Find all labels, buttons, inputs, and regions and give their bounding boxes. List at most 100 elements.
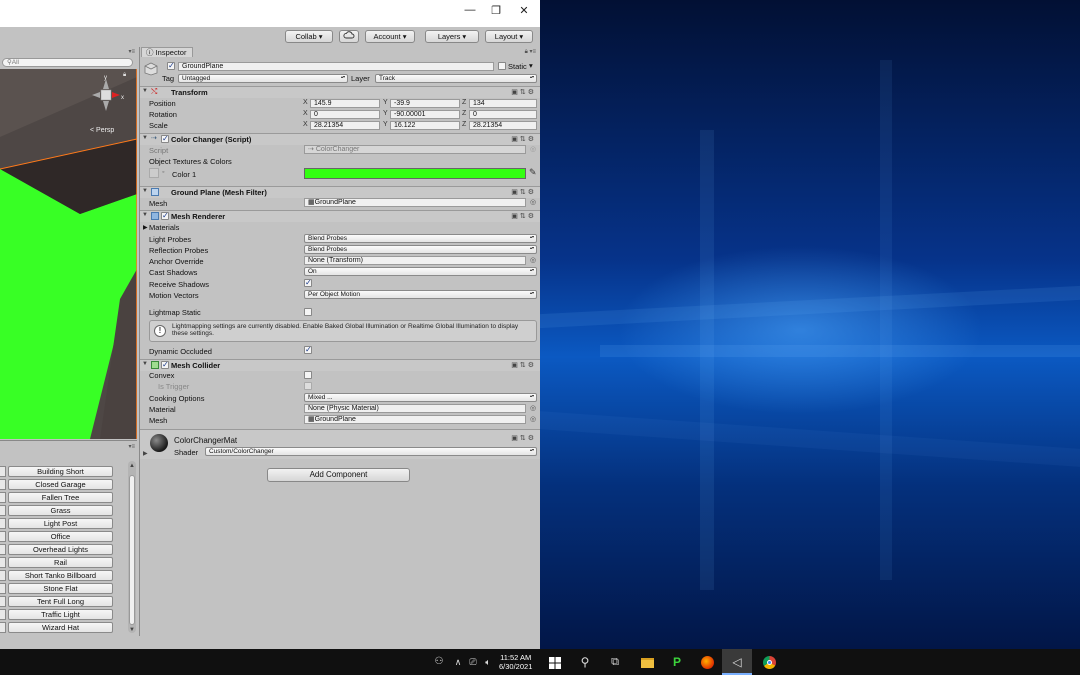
asset-item[interactable]: Overhead Lights <box>8 544 113 555</box>
component-menu-icons[interactable]: ▣⇅⚙ <box>511 434 536 442</box>
cloud-button[interactable] <box>339 30 359 43</box>
asset-item[interactable]: Closed Garage <box>8 479 113 490</box>
scene-gizmo[interactable]: y x <box>88 75 132 119</box>
lightmap-static-checkbox[interactable] <box>304 308 312 316</box>
active-checkbox[interactable]: ✓ <box>167 62 175 70</box>
scroll-up-icon[interactable]: ▲ <box>129 463 135 469</box>
asset-item[interactable]: Short Tanko Billboard <box>8 570 113 581</box>
system-clock[interactable]: 11:52 AM 6/30/2021 <box>499 653 532 671</box>
asset-thumbnail[interactable] <box>0 609 6 620</box>
component-menu-icons[interactable]: ▣⇅⚙ <box>511 361 536 369</box>
scene-view[interactable]: ▾≡ ⚲All y x 🔒︎ < Persp <box>0 47 137 439</box>
asset-thumbnail[interactable] <box>0 557 6 568</box>
rotation-x-field[interactable]: 0 <box>310 110 380 119</box>
asset-thumbnail[interactable] <box>0 492 6 503</box>
position-y-field[interactable]: -39.9 <box>390 99 460 108</box>
object-picker-icon[interactable]: ◎ <box>530 198 536 206</box>
asset-item[interactable]: Building Short <box>8 466 113 477</box>
asset-item[interactable]: Light Post <box>8 518 113 529</box>
component-menu-icons[interactable]: ▣⇅⚙ <box>511 135 536 143</box>
minimize-icon[interactable]: — <box>460 4 480 16</box>
lock-icon[interactable]: 🔒︎ <box>123 72 126 79</box>
search-icon[interactable]: ⚲ <box>570 649 600 675</box>
reflection-probes-dropdown[interactable]: Blend Probes <box>304 245 537 254</box>
component-menu-icons[interactable]: ▣⇅⚙ <box>511 88 536 96</box>
mesh-collider-header[interactable]: ▼ ✓ Mesh Collider ▣⇅⚙ <box>140 359 540 371</box>
receive-shadows-checkbox[interactable]: ✓ <box>304 279 312 287</box>
shader-dropdown[interactable]: Custom/ColorChanger <box>205 447 537 456</box>
asset-thumbnail[interactable] <box>0 570 6 581</box>
layer-dropdown[interactable]: Track <box>375 74 537 83</box>
tag-dropdown[interactable]: Untagged <box>178 74 348 83</box>
asset-thumbnail[interactable] <box>0 505 6 516</box>
asset-item[interactable]: Grass <box>8 505 113 516</box>
scale-x-field[interactable]: 28.21354 <box>310 121 380 130</box>
component-menu-icons[interactable]: ▣⇅⚙ <box>511 212 536 220</box>
object-picker-icon[interactable]: ◎ <box>530 404 536 412</box>
network-icon[interactable]: ⎚ <box>465 649 481 675</box>
color-changer-header[interactable]: ▼ ⇢ ✓ Color Changer (Script) ▣⇅⚙ <box>140 133 540 145</box>
convex-checkbox[interactable] <box>304 371 312 379</box>
asset-item[interactable]: Tent Full Long <box>8 596 113 607</box>
maximize-icon[interactable]: ❐ <box>486 4 506 17</box>
layout-dropdown[interactable]: Layout ▾ <box>485 30 533 43</box>
static-checkbox[interactable] <box>498 62 506 70</box>
asset-item[interactable]: Office <box>8 531 113 542</box>
asset-thumbnail[interactable] <box>0 466 6 477</box>
chevron-up-icon[interactable]: ∧ <box>450 649 466 675</box>
scale-y-field[interactable]: 16.122 <box>390 121 460 130</box>
motion-vectors-dropdown[interactable]: Per Object Motion <box>304 290 537 299</box>
eyedropper-icon[interactable]: ✎ <box>529 167 537 178</box>
collider-mesh-field[interactable]: ▦GroundPlane <box>304 415 526 424</box>
unity-taskbar-icon[interactable]: ◁ <box>722 649 752 675</box>
component-enabled-checkbox[interactable]: ✓ <box>161 135 169 143</box>
component-enabled-checkbox[interactable]: ✓ <box>161 361 169 369</box>
object-picker-icon[interactable]: ◎ <box>530 256 536 264</box>
anchor-override-field[interactable]: None (Transform) <box>304 256 526 265</box>
rotation-z-field[interactable]: 0 <box>469 110 537 119</box>
asset-item[interactable]: Stone Flat <box>8 583 113 594</box>
dynamic-occluded-checkbox[interactable]: ✓ <box>304 346 312 354</box>
persp-label[interactable]: < Persp <box>90 127 114 134</box>
volume-icon[interactable]: 🔈︎ <box>480 649 496 675</box>
firefox-icon[interactable] <box>692 649 722 675</box>
collab-button[interactable]: Collab ▾ <box>285 30 333 43</box>
scale-z-field[interactable]: 28.21354 <box>469 121 537 130</box>
asset-item[interactable]: Traffic Light <box>8 609 113 620</box>
light-probes-dropdown[interactable]: Blend Probes <box>304 234 537 243</box>
chrome-icon[interactable] <box>754 649 784 675</box>
component-menu-icons[interactable]: ▣⇅⚙ <box>511 188 536 196</box>
position-x-field[interactable]: 145.9 <box>310 99 380 108</box>
scroll-down-icon[interactable]: ▼ <box>129 627 135 633</box>
lock-icon[interactable]: 🔒︎ ▾≡ <box>525 48 536 56</box>
foldout-arrow-icon[interactable]: ▶ <box>143 224 148 231</box>
foldout-arrow-icon[interactable]: ▼ <box>142 361 148 367</box>
asset-thumbnail[interactable] <box>0 544 6 555</box>
asset-thumbnail[interactable] <box>0 596 6 607</box>
foldout-arrow-icon[interactable]: ▼ <box>142 88 148 94</box>
object-picker-icon[interactable]: ◎ <box>530 415 536 423</box>
color1-swatch[interactable] <box>304 168 526 179</box>
position-z-field[interactable]: 134 <box>469 99 537 108</box>
foldout-arrow-icon[interactable]: ▶ <box>143 450 148 457</box>
transform-header[interactable]: ▼ ⤭ Transform ▣⇅⚙ <box>140 86 540 98</box>
mesh-filter-header[interactable]: ▼ Ground Plane (Mesh Filter) ▣⇅⚙ <box>140 186 540 198</box>
windows-start-icon[interactable] <box>540 649 570 675</box>
asset-thumbnail[interactable] <box>0 531 6 542</box>
foldout-arrow-icon[interactable]: ▼ <box>142 212 148 218</box>
asset-thumbnail[interactable] <box>0 583 6 594</box>
panel-menu-icon[interactable]: ▾≡ <box>128 48 135 55</box>
asset-item[interactable]: Rail <box>8 557 113 568</box>
asset-item[interactable]: Wizard Hat <box>8 622 113 633</box>
file-explorer-icon[interactable] <box>632 649 662 675</box>
task-view-icon[interactable]: ⧉ <box>600 649 630 675</box>
asset-thumbnail[interactable] <box>0 479 6 490</box>
cast-shadows-dropdown[interactable]: On <box>304 267 537 276</box>
inspector-tab[interactable]: ⓘ Inspector <box>141 47 193 57</box>
panel-menu-icon[interactable]: ▾≡ <box>128 443 135 450</box>
mesh-renderer-header[interactable]: ▼ ✓ Mesh Renderer ▣⇅⚙ <box>140 210 540 222</box>
add-component-button[interactable]: Add Component <box>267 468 410 482</box>
collider-material-field[interactable]: None (Physic Material) <box>304 404 526 413</box>
cooking-options-dropdown[interactable]: Mixed ... <box>304 393 537 402</box>
account-dropdown[interactable]: Account ▾ <box>365 30 415 43</box>
